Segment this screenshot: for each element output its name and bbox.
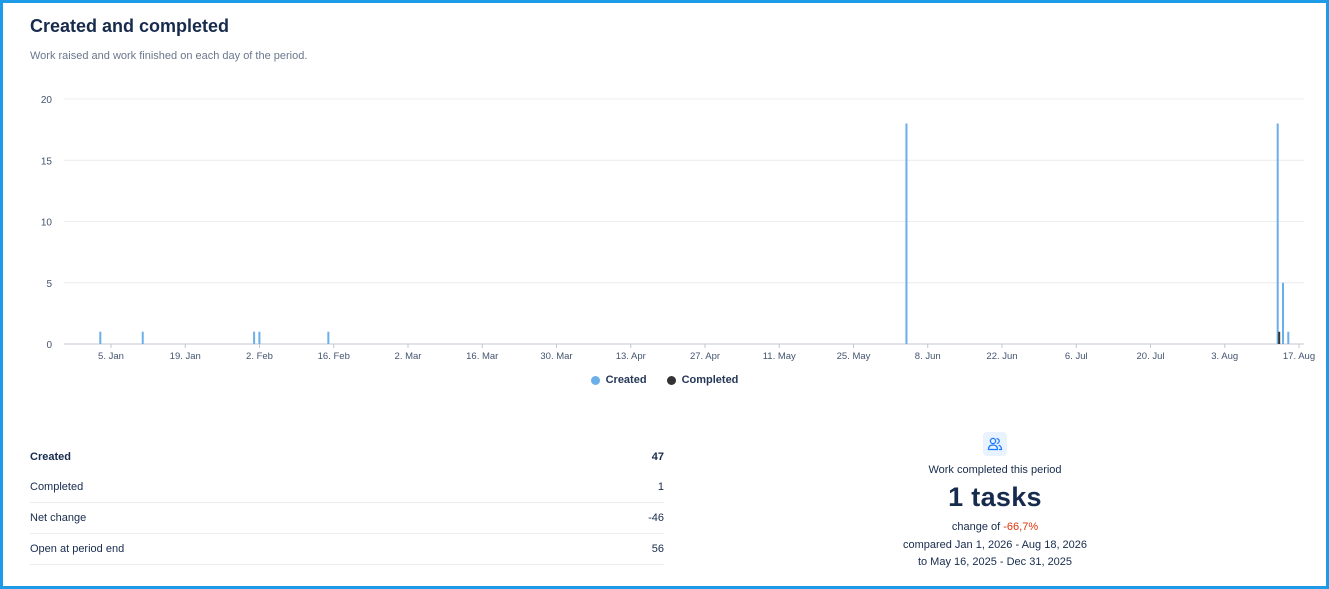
y-tick-label: 0: [46, 340, 52, 351]
created-bar: [327, 331, 330, 344]
legend-completed-dot: [666, 375, 676, 385]
y-tick-label: 20: [41, 95, 53, 106]
stat-value: -46: [648, 512, 664, 524]
legend-item-completed[interactable]: Completed: [666, 374, 739, 386]
created-completed-chart: 0 5 10 15 20 5. Jan 19. Jan 2. Feb 16. Feb 2. Mar…: [41, 95, 1315, 362]
completed-summary: Work completed this period 1 tasks chang…: [850, 432, 1140, 571]
y-tick-label: 5: [46, 279, 52, 290]
x-tick-label: 19. Jan: [170, 351, 201, 362]
stat-label: Completed: [30, 481, 84, 493]
created-bar: [258, 331, 261, 344]
created-bar: [1287, 331, 1290, 344]
change-prefix: change of: [951, 521, 1001, 533]
created-bar: [1276, 123, 1279, 344]
stat-value: 1: [657, 481, 664, 493]
legend-created-dot: [590, 375, 600, 385]
compared-range: compared Jan 1, 2026 - Aug 18, 2026: [902, 539, 1088, 551]
x-tick-label: 2. Feb: [246, 351, 273, 362]
x-tick-label: 13. Apr: [616, 351, 646, 362]
to-range: to May 16, 2025 - Dec 31, 2025: [917, 556, 1073, 568]
legend-created-label: Created: [605, 374, 647, 386]
summary-change: change of -66,7%: [850, 521, 1140, 533]
stat-value: 47: [651, 451, 664, 463]
x-tick-label: 2. Mar: [395, 351, 422, 362]
x-tick-label: 16. Mar: [466, 351, 498, 362]
created-bar: [905, 123, 908, 344]
x-tick-label: 5. Jan: [98, 351, 124, 362]
change-value: -66,7%: [1003, 521, 1039, 533]
created-bar: [99, 331, 102, 344]
created-bar: [141, 331, 144, 344]
legend-completed-label: Completed: [681, 374, 739, 386]
summary-value: 1 tasks: [948, 482, 1042, 512]
stat-row-created: Created 47: [30, 442, 664, 472]
stat-row-open: Open at period end 56: [30, 534, 664, 565]
stat-label: Open at period end: [30, 543, 125, 555]
legend-item-created[interactable]: Created: [590, 374, 647, 386]
stats-table: Created 47 Completed 1 Net change -46 Op…: [30, 442, 664, 565]
stat-label: Created: [30, 451, 71, 463]
chart-legend: Created Completed: [0, 374, 1329, 386]
x-tick-label: 8. Jun: [915, 351, 941, 362]
completed-bar: [1278, 331, 1281, 344]
x-tick-label: 25. May: [837, 351, 871, 362]
stat-row-net-change: Net change -46: [30, 503, 664, 534]
created-bar: [253, 331, 256, 344]
summary-label: Work completed this period: [928, 464, 1062, 476]
x-tick-label: 16. Feb: [318, 351, 350, 362]
created-bar: [1282, 282, 1284, 344]
x-tick-label: 11. May: [763, 351, 796, 362]
y-tick-label: 15: [41, 156, 53, 167]
y-tick-label: 10: [41, 218, 53, 229]
x-tick-label: 3. Aug: [1211, 351, 1238, 362]
x-tick-label: 20. Jul: [1137, 351, 1165, 362]
stat-row-completed: Completed 1: [30, 472, 664, 503]
x-tick-label: 6. Jul: [1065, 351, 1088, 362]
x-tick-label: 30. Mar: [540, 351, 572, 362]
people-icon: [983, 432, 1007, 456]
x-tick-label: 22. Jun: [986, 351, 1017, 362]
summary-compared: compared Jan 1, 2026 - Aug 18, 2026 to M…: [850, 537, 1140, 571]
stat-label: Net change: [30, 512, 87, 524]
x-tick-label: 17. Aug: [1283, 351, 1315, 362]
x-tick-label: 27. Apr: [690, 351, 720, 362]
stat-value: 56: [651, 543, 664, 555]
